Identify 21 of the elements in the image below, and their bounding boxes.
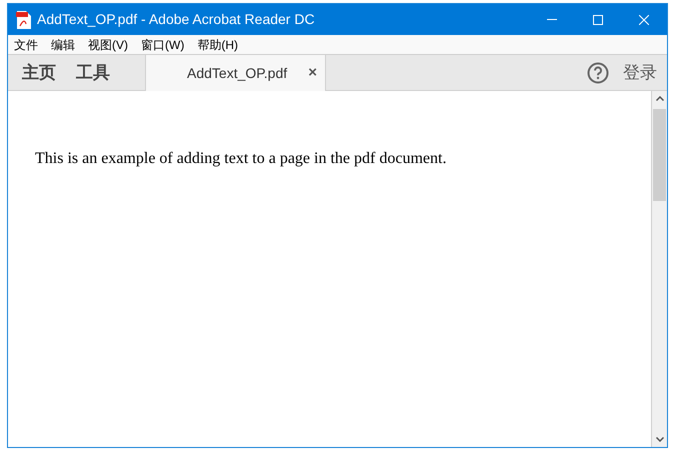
close-icon (639, 14, 649, 24)
sign-in-link[interactable]: 登录 (623, 60, 657, 86)
nav-tab[interactable]: 工具 (76, 60, 110, 86)
menu-item[interactable]: 视图(V) (88, 36, 128, 54)
menu-item[interactable]: 文件 (14, 36, 38, 54)
scroll-up-icon[interactable] (656, 96, 664, 101)
scrollbar-thumb[interactable] (653, 109, 666, 201)
minimize-icon (547, 19, 557, 20)
document-text: This is an example of adding text to a page in the pdf document. (35, 149, 448, 169)
menu-item[interactable]: 编辑 (51, 36, 75, 54)
window-title: AddText_OP.pdf - Adobe Acrobat Reader DC (37, 10, 315, 29)
pdf-file-icon (16, 10, 31, 28)
help-icon[interactable] (587, 62, 609, 84)
menu-item[interactable]: 帮助(H) (197, 36, 238, 54)
scroll-down-icon[interactable] (656, 437, 664, 442)
menu-item[interactable]: 窗口(W) (141, 36, 184, 54)
scrollbar[interactable] (651, 91, 667, 447)
document-tab[interactable]: AddText_OP.pdf × (145, 55, 326, 91)
maximize-icon (593, 14, 603, 24)
tab-close-button[interactable]: × (308, 62, 317, 84)
nav-tab[interactable]: 主页 (22, 60, 56, 86)
